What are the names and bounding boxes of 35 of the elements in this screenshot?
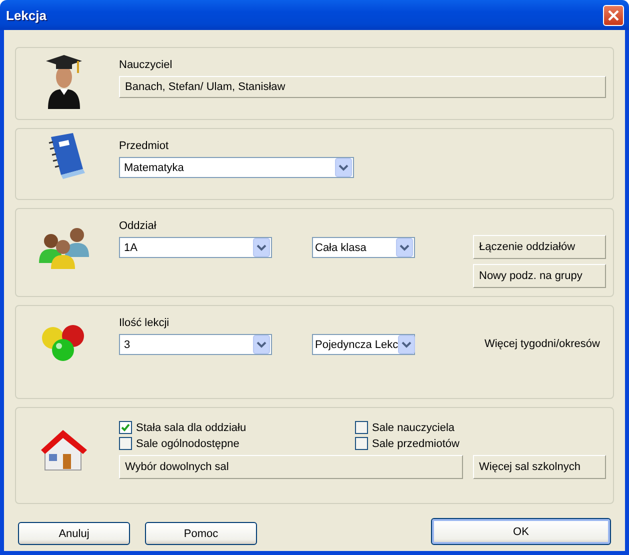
close-icon	[608, 10, 619, 20]
subject-dropdown[interactable]: Matematyka	[119, 157, 354, 178]
class-action-button[interactable]: Łączenie oddziałów	[473, 235, 606, 259]
checkbox-label: Sale przedmiotów	[372, 438, 460, 450]
teacher-field[interactable]: Banach, Stefan/ Ulam, Stanisław	[119, 76, 606, 98]
class-dropdown[interactable]: 1A	[119, 237, 272, 258]
lessons-label: Ilość lekcji	[119, 316, 170, 330]
window-title: Lekcja	[6, 8, 46, 22]
lesson-type-dropdown[interactable]: Pojedyncza Lekc	[312, 334, 415, 355]
lessons-dropdown[interactable]: 3	[119, 334, 272, 355]
class-label: Oddział	[119, 219, 158, 233]
checkbox-label: Sale ogólnodostępne	[136, 438, 240, 450]
checkbox-label: Sale nauczyciela	[372, 422, 455, 434]
checkbox-label: Stała sala dla oddziału	[136, 422, 246, 434]
dialog-button[interactable]: OK	[431, 518, 611, 545]
more-weeks-link[interactable]: Więcej tygodni/okresów	[484, 338, 600, 350]
subject-label: Przedmiot	[119, 139, 170, 153]
checkbox[interactable]	[355, 437, 368, 450]
more-rooms-button[interactable]: Więcej sal szkolnych	[473, 455, 606, 479]
chevron-down-icon	[398, 335, 416, 354]
choose-rooms-button[interactable]: Wybór dowolnych sal	[119, 455, 463, 479]
class-action-button[interactable]: Nowy podz. na grupy	[473, 264, 606, 288]
group-dropdown[interactable]: Cała klasa	[312, 237, 415, 258]
chevron-down-icon	[396, 238, 413, 257]
chevron-down-icon	[335, 158, 352, 177]
checkbox[interactable]	[355, 421, 368, 434]
dialog-button[interactable]: Anuluj	[18, 522, 130, 545]
chevron-down-icon	[253, 238, 270, 257]
dialog-button[interactable]: Pomoc	[145, 522, 257, 545]
teacher-label: Nauczyciel	[119, 58, 174, 72]
checkbox[interactable]	[119, 421, 132, 434]
balls-icon	[40, 324, 86, 364]
checkbox[interactable]	[119, 437, 132, 450]
close-button[interactable]	[603, 4, 624, 26]
chevron-down-icon	[253, 335, 270, 354]
